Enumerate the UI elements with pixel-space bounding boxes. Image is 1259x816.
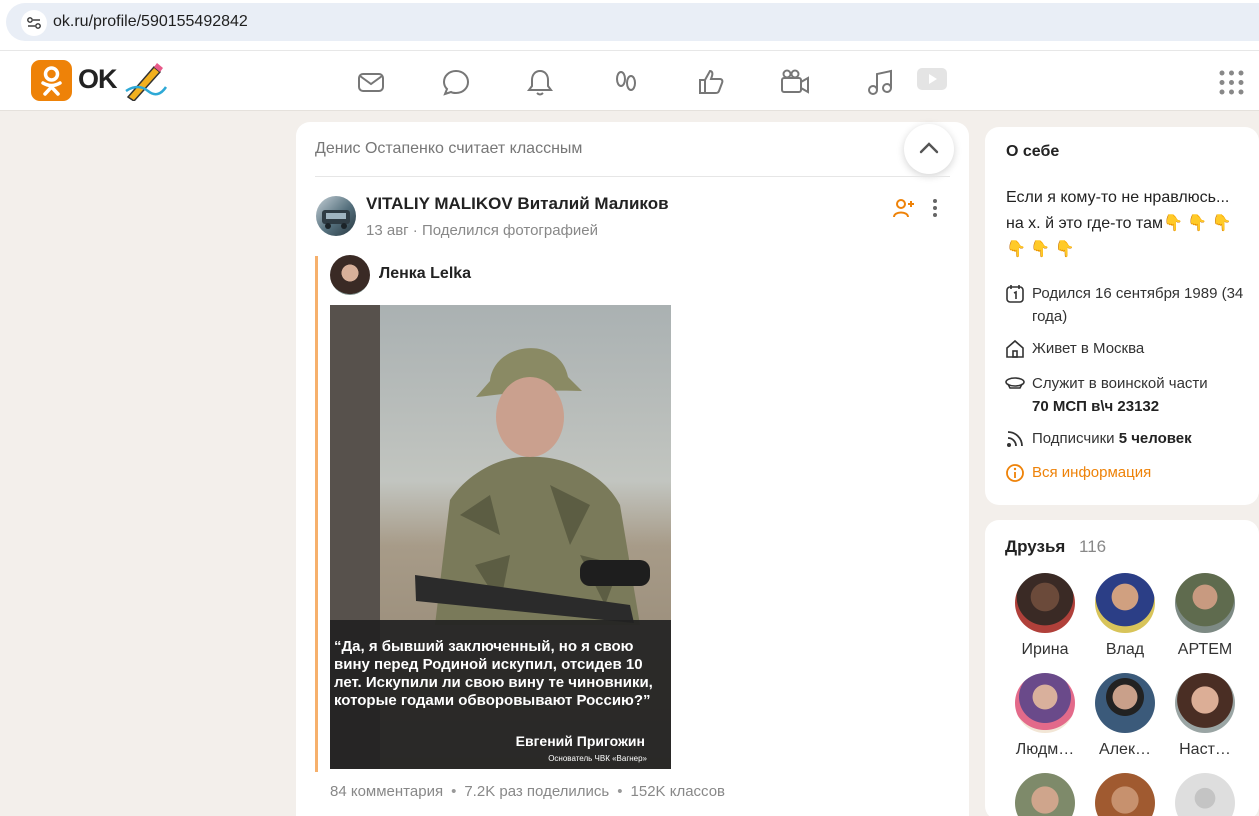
subscribers-text: Подписчики 5 человек: [1032, 427, 1255, 450]
friend-name[interactable]: Алек…: [1090, 741, 1160, 759]
friend-avatar[interactable]: [1175, 573, 1235, 633]
feed-post-card: Денис Остапенко считает классным VITALIY…: [296, 122, 969, 816]
post-photo[interactable]: “Да, я бывший заключенный, но я свою вин…: [330, 305, 671, 769]
friend-item[interactable]: [1170, 773, 1240, 816]
subscribers-count[interactable]: 5 человек: [1119, 430, 1192, 447]
military-unit[interactable]: 70 МСП в\ч 23132: [1032, 398, 1159, 415]
friend-avatar[interactable]: [1095, 673, 1155, 733]
friend-avatar[interactable]: [1095, 573, 1155, 633]
about-text: Если я кому-то не нравлюсь... на х. й эт…: [1006, 189, 1232, 258]
separator-dot: •: [451, 783, 457, 800]
likes-count[interactable]: 152K классов: [631, 783, 726, 800]
friend-item[interactable]: Наст…: [1170, 673, 1240, 759]
notifications-icon[interactable]: [525, 67, 555, 97]
friend-avatar[interactable]: [1015, 773, 1075, 816]
friend-name[interactable]: АРТЕМ: [1170, 641, 1240, 659]
friend-name[interactable]: Наст…: [1170, 741, 1240, 759]
military-row: Служит в воинской части 70 МСП в\ч 23132: [1005, 372, 1255, 418]
pencil-doodle-icon: [125, 63, 168, 101]
top-navigation: OK: [0, 50, 1259, 111]
ok-logo-icon[interactable]: [31, 60, 72, 101]
friend-item[interactable]: Алек…: [1090, 673, 1160, 759]
friend-item[interactable]: [1090, 773, 1160, 816]
repost-indicator: [315, 256, 318, 772]
browser-address-bar: ok.ru/profile/590155492842: [0, 0, 1259, 50]
chevron-up-icon: [919, 142, 939, 154]
repost-author-avatar[interactable]: [330, 255, 370, 295]
url-text[interactable]: ok.ru/profile/590155492842: [53, 13, 248, 31]
apps-grid-icon[interactable]: [1219, 70, 1244, 95]
friends-title[interactable]: Друзья: [1005, 537, 1065, 557]
about-card: О себе Если я кому-то не нравлюсь... на …: [985, 127, 1259, 505]
video-camera-icon[interactable]: [780, 67, 810, 97]
guests-icon[interactable]: [611, 67, 641, 97]
rss-icon: [1007, 431, 1023, 447]
friend-name[interactable]: Людм…: [1010, 741, 1080, 759]
add-friend-icon[interactable]: [892, 196, 916, 220]
friend-name[interactable]: Влад: [1090, 641, 1160, 659]
repost-author-name[interactable]: Ленка Lelka: [379, 265, 471, 283]
location-text: Живет в Москва: [1032, 340, 1145, 357]
home-icon: [1006, 339, 1024, 358]
shares-count[interactable]: 7.2K раз поделились: [464, 783, 609, 800]
friend-avatar[interactable]: [1095, 773, 1155, 816]
friend-avatar[interactable]: [1175, 673, 1235, 733]
friend-item[interactable]: АРТЕМ: [1170, 573, 1240, 659]
friend-avatar[interactable]: [1015, 573, 1075, 633]
music-icon[interactable]: [865, 67, 895, 97]
military-cap-icon: [1005, 377, 1025, 389]
all-info-link[interactable]: Вся информация: [1032, 461, 1255, 484]
site-settings-icon[interactable]: [21, 10, 47, 36]
post-stats: 84 комментария • 7.2K раз поделились • 152K …: [330, 783, 725, 800]
post-author-name[interactable]: VITALIY MALIKOV Виталий Маликов: [366, 194, 669, 214]
photo-quote-author: Евгений Пригожин: [515, 733, 645, 749]
liked-by-text[interactable]: Денис Остапенко считает классным: [315, 140, 582, 158]
subscribers-prefix: Подписчики: [1032, 430, 1115, 447]
friends-count: 116: [1079, 537, 1107, 556]
photo-quote-text: “Да, я бывший заключенный, но я свою вин…: [334, 638, 653, 709]
calendar-icon: [1006, 285, 1024, 303]
more-options-icon[interactable]: [923, 196, 947, 220]
video-play-icon[interactable]: [914, 65, 948, 95]
friend-avatar-placeholder[interactable]: [1175, 773, 1235, 816]
location-row: Живет в Москва: [1005, 337, 1255, 360]
url-field[interactable]: ok.ru/profile/590155492842: [6, 3, 1259, 41]
friend-item[interactable]: Ирина: [1010, 573, 1080, 659]
about-title: О себе: [1006, 143, 1060, 160]
messages-icon[interactable]: [356, 67, 386, 97]
friend-item[interactable]: [1010, 773, 1080, 816]
author-avatar[interactable]: [316, 196, 356, 236]
birthday-text: Родился 16 сентября 1989 (34 года): [1032, 285, 1244, 325]
friend-item[interactable]: Влад: [1090, 573, 1160, 659]
friends-card: Друзья 116 Ирина Влад АРТЕМ Людм… Алек… …: [985, 520, 1259, 816]
military-prefix: Служит в воинской части: [1032, 375, 1208, 392]
military-text: Служит в воинской части 70 МСП в\ч 23132: [1032, 372, 1255, 418]
divider: [315, 176, 950, 177]
friend-avatar[interactable]: [1015, 673, 1075, 733]
friend-item[interactable]: Людм…: [1010, 673, 1080, 759]
discussions-icon[interactable]: [441, 67, 471, 97]
comments-count[interactable]: 84 комментария: [330, 783, 443, 800]
info-icon: [1006, 464, 1024, 482]
all-info-row[interactable]: Вся информация: [1005, 461, 1255, 484]
separator-dot: •: [617, 783, 623, 800]
birthday-row: Родился 16 сентября 1989 (34 года): [1005, 282, 1255, 328]
post-meta: 13 авг · Поделился фотографией: [366, 222, 599, 239]
photo-quote-author-role: Основатель ЧВК «Вагнер»: [548, 754, 647, 763]
subscribers-row[interactable]: Подписчики 5 человек: [1005, 427, 1255, 450]
friend-name[interactable]: Ирина: [1010, 641, 1080, 659]
collapse-button[interactable]: [904, 124, 954, 174]
logo-text[interactable]: OK: [78, 64, 117, 95]
likes-icon[interactable]: [696, 67, 726, 97]
